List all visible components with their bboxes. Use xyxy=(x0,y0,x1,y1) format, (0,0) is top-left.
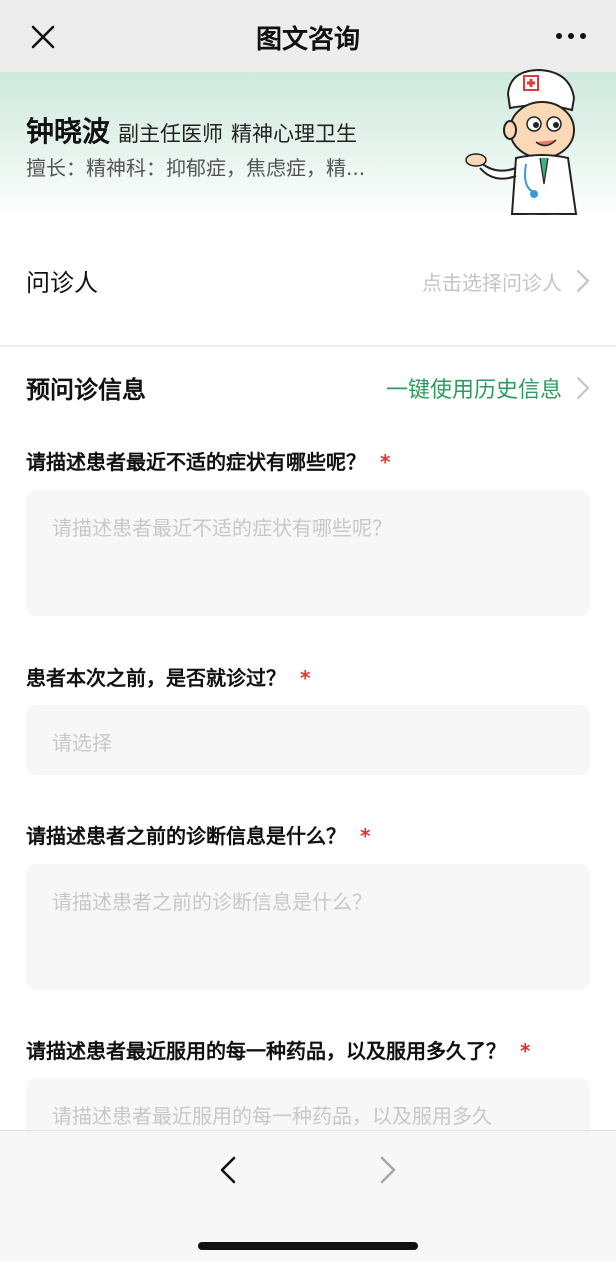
question-text: 请描述患者之前的诊断信息是什么？ xyxy=(26,824,346,848)
doctor-banner: 钟晓波 副主任医师 精神心理卫生 擅长：精神科：抑郁症，焦虑症，精... xyxy=(0,68,616,245)
doctor-header: 钟晓波 副主任医师 精神心理卫生 xyxy=(26,110,357,150)
question-text: 请描述患者最近不适的症状有哪些呢？ xyxy=(26,450,366,474)
patient-placeholder: 点击选择问诊人 xyxy=(422,271,562,295)
doctor-name: 钟晓波 xyxy=(26,115,111,148)
required-mark: * xyxy=(520,1039,531,1063)
top-navbar: 图文咨询 xyxy=(0,0,616,72)
more-icon[interactable] xyxy=(554,24,588,48)
chevron-right-icon[interactable] xyxy=(372,1155,402,1185)
question-label: 请描述患者最近不适的症状有哪些呢？ * xyxy=(26,446,390,475)
chevron-right-icon[interactable] xyxy=(576,376,590,400)
home-indicator xyxy=(198,1242,418,1250)
preinfo-title: 预问诊信息 xyxy=(26,376,146,404)
symptoms-textarea[interactable]: 请描述患者最近不适的症状有哪些呢？ xyxy=(26,490,590,616)
chevron-right-icon xyxy=(576,269,590,293)
diagnosis-textarea[interactable]: 请描述患者之前的诊断信息是什么？ xyxy=(26,864,590,990)
preinfo-header: 预问诊信息 一键使用历史信息 xyxy=(0,350,616,420)
chevron-left-icon[interactable] xyxy=(214,1155,244,1185)
required-mark: * xyxy=(300,666,311,690)
question-text: 患者本次之前，是否就诊过？ xyxy=(26,666,286,690)
doctor-department: 精神心理卫生 xyxy=(231,122,358,146)
question-label: 请描述患者之前的诊断信息是什么？ * xyxy=(26,820,370,849)
question-text: 请描述患者最近服用的每一种药品，以及服用多久了？ xyxy=(26,1039,506,1063)
visited-before-select[interactable]: 请选择 xyxy=(26,705,590,775)
doctor-specialty: 擅长：精神科：抑郁症，焦虑症，精... xyxy=(26,156,366,180)
required-mark: * xyxy=(360,824,371,848)
patient-selector[interactable]: 问诊人 点击选择问诊人 xyxy=(0,215,616,347)
required-mark: * xyxy=(380,450,391,474)
question-label: 患者本次之前，是否就诊过？ * xyxy=(26,662,310,691)
doctor-title: 副主任医师 xyxy=(118,122,224,146)
bottom-toolbar xyxy=(0,1130,616,1261)
patient-label: 问诊人 xyxy=(26,269,98,297)
question-label: 请描述患者最近服用的每一种药品，以及服用多久了？ * xyxy=(26,1035,530,1064)
page-title: 图文咨询 xyxy=(255,25,360,55)
use-history-link[interactable]: 一键使用历史信息 xyxy=(386,372,562,404)
